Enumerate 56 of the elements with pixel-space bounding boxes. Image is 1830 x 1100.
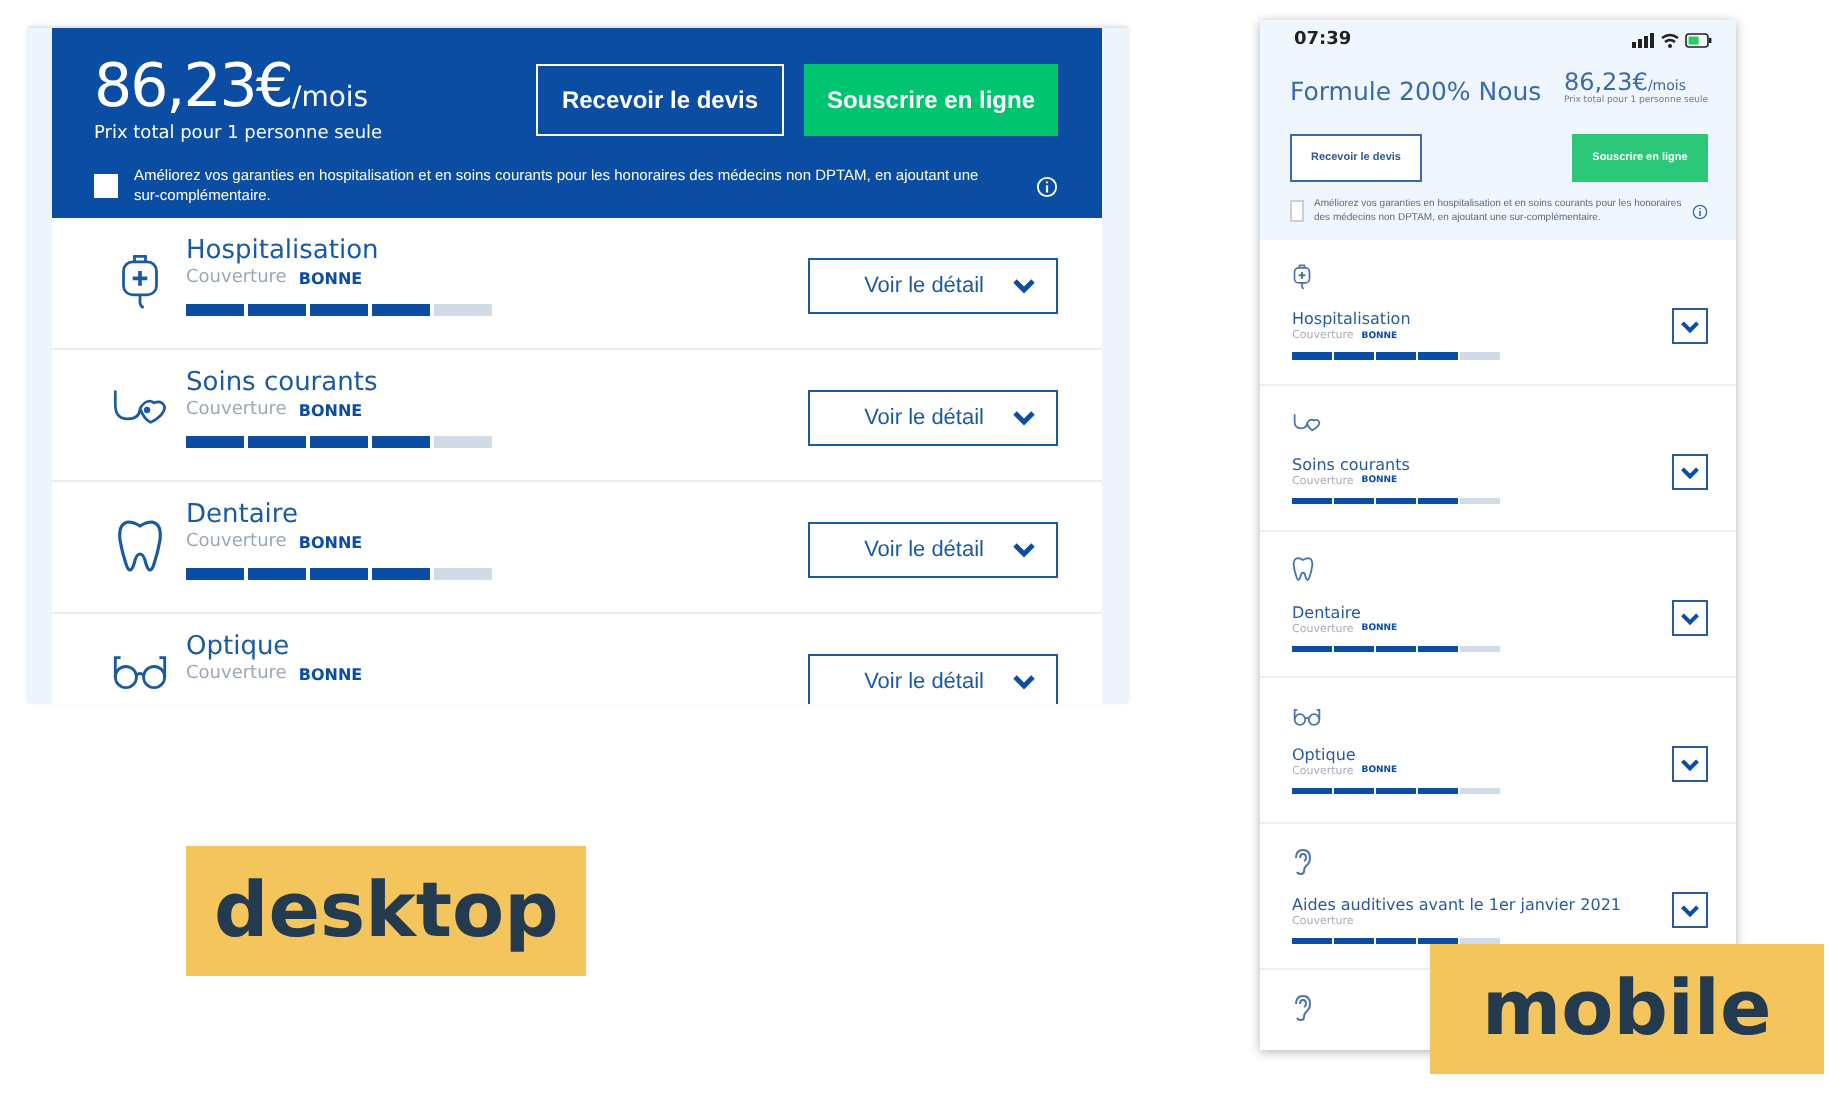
ear-icon	[1292, 847, 1312, 876]
category-title: Soins courants	[186, 368, 380, 398]
coverage-rating: BONNE	[298, 665, 363, 683]
glasses-icon	[1292, 705, 1322, 726]
price-amount: 86,23€	[1563, 68, 1648, 96]
chevron-down-icon	[1012, 278, 1036, 294]
coverage-label: Couverture	[186, 268, 287, 288]
coverage-label: Couverture	[186, 664, 287, 684]
chevron-down-icon	[1012, 542, 1036, 558]
coverage-label: Couverture	[186, 400, 287, 420]
category-title: Dentaire	[1292, 603, 1361, 622]
chevron-down-icon	[1012, 410, 1036, 426]
expand-button[interactable]	[1672, 600, 1708, 636]
detail-button[interactable]: Voir le détail	[808, 258, 1058, 314]
chevron-down-icon	[1680, 757, 1700, 771]
coverage-rating: BONNE	[298, 401, 363, 419]
category-title: Dentaire	[186, 500, 300, 530]
detail-button[interactable]: Voir le détail	[808, 522, 1058, 578]
coverage-rating: BONNE	[298, 533, 363, 551]
chevron-down-icon	[1012, 674, 1036, 690]
status-icons-drawing	[1632, 30, 1712, 50]
chevron-down-icon	[1680, 611, 1700, 625]
expand-button[interactable]	[1672, 746, 1708, 782]
iv-bag-icon	[117, 254, 161, 310]
expand-button[interactable]	[1672, 892, 1708, 928]
category-title: Optique	[186, 632, 292, 662]
tooth-icon	[1292, 555, 1314, 584]
chevron-down-icon	[1680, 465, 1700, 479]
iv-bag-icon	[1292, 264, 1312, 291]
detail-button[interactable]: Voir le détail	[808, 654, 1058, 704]
caption-label: desktop	[186, 846, 587, 976]
stethoscope-icon	[1292, 411, 1322, 436]
expand-button[interactable]	[1672, 308, 1708, 344]
caption-label: mobile	[1430, 944, 1824, 1074]
ear-icon	[1292, 994, 1312, 1022]
coverage-label: Couverture	[186, 532, 287, 552]
option-checkbox[interactable]	[1290, 200, 1304, 222]
plan-title: Formule 200% Nous	[1290, 76, 1542, 106]
option-checkbox[interactable]	[94, 174, 118, 198]
category-title: Optique	[1292, 745, 1356, 764]
category-title: Soins courants	[1292, 455, 1410, 474]
category-title: Aides auditives avant le 1er janvier 2021	[1292, 895, 1621, 914]
expand-button[interactable]	[1672, 454, 1708, 490]
status-time: 07:39	[1294, 30, 1352, 50]
chevron-down-icon	[1680, 903, 1700, 917]
price-note: Prix total pour 1 personne seule	[94, 124, 383, 144]
glasses-icon	[109, 650, 169, 690]
detail-button[interactable]: Voir le détail	[808, 390, 1058, 446]
coverage-rating: BONNE	[298, 269, 363, 287]
chevron-down-icon	[1680, 319, 1700, 333]
category-title: Hospitalisation	[186, 236, 381, 266]
price-amount: 86,23€	[94, 56, 292, 120]
price-period: /mois	[291, 82, 369, 114]
category-title: Hospitalisation	[1292, 310, 1411, 329]
quote-button[interactable]: Recevoir le devis	[536, 64, 784, 136]
info-icon[interactable]	[1692, 203, 1708, 219]
